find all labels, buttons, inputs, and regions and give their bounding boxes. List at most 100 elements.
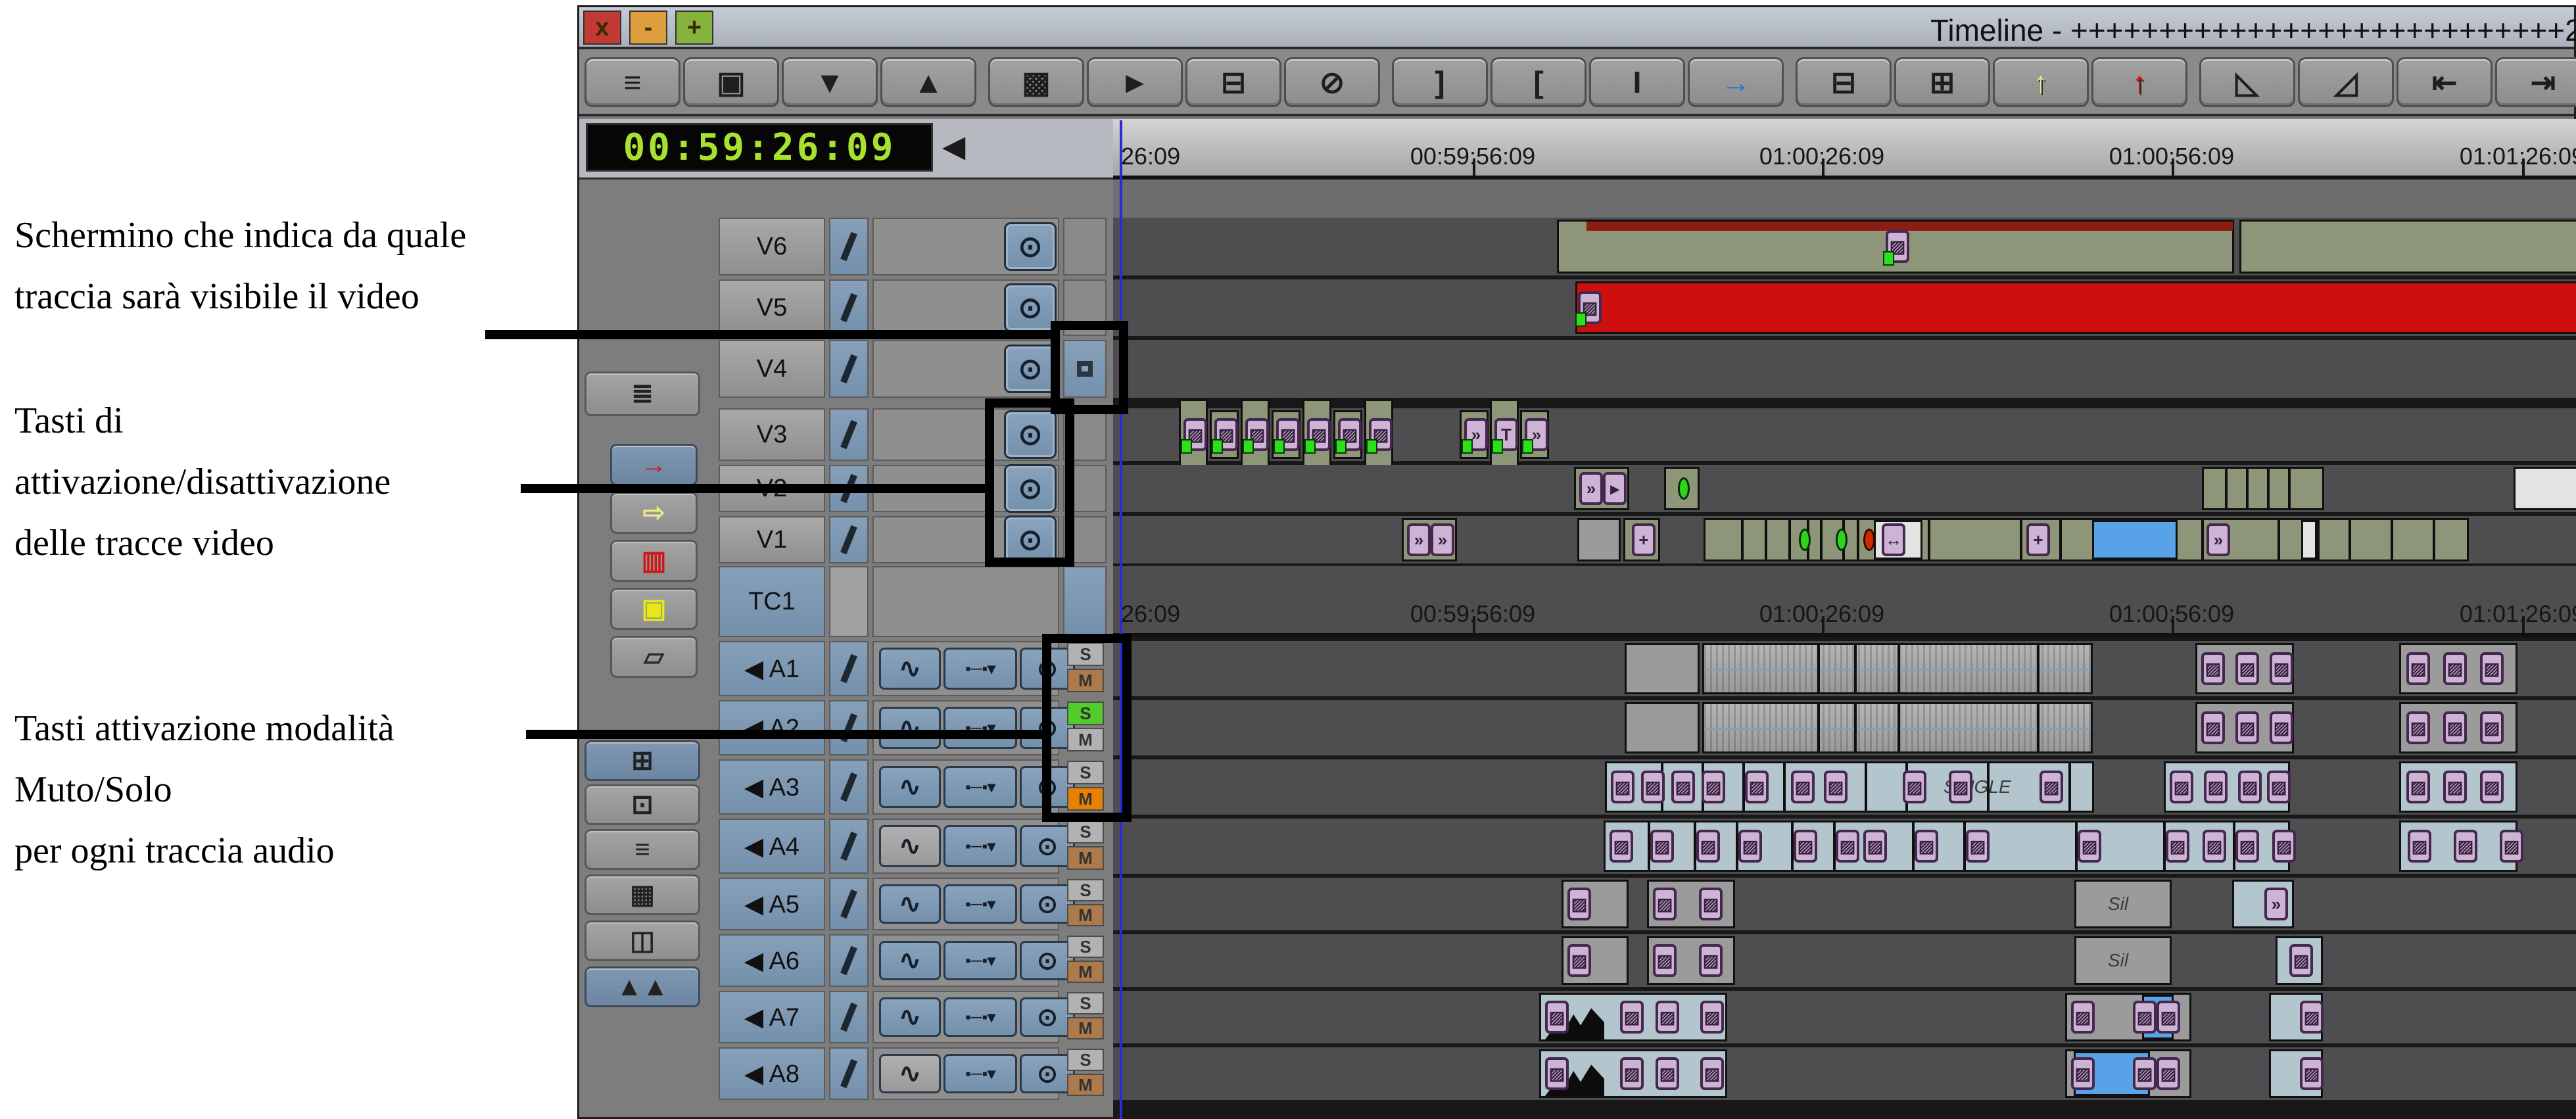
- effect-icon[interactable]: ▨: [1949, 771, 1972, 803]
- track-name-A7[interactable]: ◀ A7: [719, 991, 825, 1043]
- effect-icon[interactable]: ▸: [1603, 472, 1627, 505]
- mark-in-button[interactable]: [: [1491, 57, 1586, 107]
- track-lane-V3[interactable]: ▨▨▨▨▨▨▨»T»: [1113, 408, 2576, 461]
- effect-icon[interactable]: ▨: [2078, 830, 2101, 863]
- lift-button[interactable]: ↑: [1993, 57, 2089, 107]
- automation-gain-button-A2[interactable]: ▪─▪▾: [943, 707, 1017, 749]
- timeline-clip[interactable]: [2202, 467, 2324, 510]
- timeline-clip[interactable]: +: [1623, 518, 1660, 561]
- effect-icon[interactable]: ▨: [2133, 1001, 2157, 1034]
- automation-gain-button-A6[interactable]: ▪─▪▾: [943, 941, 1017, 980]
- timeline-clip[interactable]: ▨▨▨▨▨▨▨▨▨▨▨▨▨▨: [1604, 821, 2290, 872]
- effect-icon[interactable]: ▨: [1699, 944, 1723, 977]
- track-lane-V4[interactable]: [1113, 340, 2576, 398]
- effect-icon[interactable]: ▨: [1886, 230, 1909, 263]
- effect-icon[interactable]: ▨: [2300, 1001, 2324, 1034]
- dashed-box-button[interactable]: ▱: [610, 636, 698, 678]
- track-lane-A8[interactable]: ▨▨▨▨▨▨▨▨: [1113, 1047, 2576, 1100]
- effect-icon[interactable]: ▨: [1610, 830, 1633, 863]
- mark-out-button[interactable]: ]: [1392, 57, 1488, 107]
- effect-icon[interactable]: ▨: [1641, 771, 1665, 803]
- effect-icon[interactable]: ▨: [1794, 830, 1817, 863]
- effect-icon[interactable]: ▨: [1702, 771, 1725, 803]
- track-name-A4[interactable]: ◀ A4: [719, 819, 825, 874]
- effect-icon[interactable]: ▨: [1656, 1001, 1679, 1034]
- effect-icon[interactable]: ▨: [1650, 830, 1674, 863]
- effect-icon[interactable]: ▨: [1653, 888, 1677, 920]
- effect-icon[interactable]: ▨: [1699, 888, 1723, 920]
- effect-icon[interactable]: »: [1464, 418, 1488, 451]
- close-button[interactable]: x: [583, 11, 621, 45]
- effect-icon[interactable]: ▨: [1700, 1057, 1724, 1090]
- effect-icon[interactable]: T: [1494, 418, 1518, 451]
- timeline-clip[interactable]: ▨: [1562, 880, 1629, 928]
- splice-segment-button[interactable]: ⊟: [1185, 57, 1281, 107]
- effect-icon[interactable]: ▨: [2235, 711, 2259, 744]
- effect-icon[interactable]: ▨: [2157, 1057, 2180, 1090]
- track-lane-V2[interactable]: »▸: [1113, 465, 2576, 512]
- timeline-clip[interactable]: ↔+»: [1704, 518, 2469, 561]
- focus-button[interactable]: ▣: [683, 57, 779, 107]
- effect-icon[interactable]: ▨: [1545, 1001, 1569, 1034]
- effect-icon[interactable]: ▨: [2267, 771, 2291, 803]
- automation-gain-button-A4[interactable]: ▪─▪▾: [943, 825, 1017, 867]
- waveform-button-A6[interactable]: ∿: [879, 941, 941, 980]
- effect-icon[interactable]: ▨: [1656, 1057, 1679, 1090]
- effect-icon[interactable]: ▨: [1245, 418, 1269, 451]
- timeline-clip[interactable]: ▨: [1333, 410, 1362, 459]
- effect-icon[interactable]: ▨: [2203, 830, 2226, 863]
- trim-b-side-button[interactable]: ⇥: [2495, 57, 2576, 107]
- effect-icon[interactable]: ▨: [1611, 771, 1634, 803]
- timeline-clip[interactable]: SINGLE▨▨▨▨▨▨▨▨▨▨: [1605, 761, 2094, 813]
- track-sliders-button[interactable]: ≡: [584, 829, 700, 870]
- title-bar[interactable]: x-+ Timeline - +++++++++++++++++++++++++…: [579, 7, 2574, 49]
- trim-right-button[interactable]: ◿: [2298, 57, 2394, 107]
- timeline-clip[interactable]: ▨▨▨: [2065, 993, 2191, 1041]
- track-name-V3[interactable]: V3: [719, 408, 825, 461]
- effect-icon[interactable]: ▨: [1183, 418, 1207, 451]
- track-name-TC1[interactable]: TC1: [719, 566, 825, 637]
- trim-a-side-button[interactable]: ⇤: [2397, 57, 2493, 107]
- timeline-clip[interactable]: ▨▨▨: [2195, 643, 2294, 694]
- track-name-A5[interactable]: ◀ A5: [719, 878, 825, 930]
- effect-icon[interactable]: ▨: [1836, 830, 1859, 863]
- effect-icon[interactable]: ▨: [2166, 830, 2189, 863]
- track-name-A1[interactable]: ◀ A1: [719, 641, 825, 696]
- effect-icon[interactable]: ▨: [2289, 944, 2313, 977]
- timeline-clip[interactable]: [1625, 643, 1700, 694]
- keyframe-marker[interactable]: [1799, 529, 1811, 551]
- effect-icon[interactable]: ▨: [1966, 830, 1990, 863]
- timeline-clip[interactable]: [2239, 220, 2576, 274]
- segment-extract-splice-button[interactable]: ⇨: [610, 492, 698, 534]
- timeline-fast-menu-button[interactable]: ≣: [584, 371, 700, 416]
- effect-icon[interactable]: ▨: [2238, 771, 2262, 803]
- keyframe-marker[interactable]: [1678, 477, 1690, 500]
- effect-icon[interactable]: ▨: [2406, 771, 2430, 803]
- solo-button-A8[interactable]: S: [1067, 1049, 1104, 1071]
- track-control-button[interactable]: ≡: [584, 57, 680, 107]
- filmstrip-button[interactable]: ◫: [584, 920, 700, 961]
- track-lane-A5[interactable]: ▨▨▨Sil»: [1113, 878, 2576, 930]
- timeline-clip[interactable]: »: [1520, 410, 1549, 459]
- monitor-cell-V6[interactable]: [1063, 218, 1107, 275]
- timeline-clip[interactable]: ▨: [1272, 410, 1300, 459]
- effect-icon[interactable]: ▨: [1791, 771, 1815, 803]
- effect-icon[interactable]: ▨: [2201, 711, 2225, 744]
- effect-icon[interactable]: ▨: [2443, 771, 2467, 803]
- effect-icon[interactable]: ▨: [1620, 1057, 1644, 1090]
- effect-icon[interactable]: »: [2264, 888, 2288, 920]
- effect-icon[interactable]: ▨: [2071, 1057, 2095, 1090]
- waveform-button-A1[interactable]: ∿: [879, 648, 941, 690]
- clip-segment-white[interactable]: [2301, 520, 2317, 560]
- waveform-button-A8[interactable]: ∿: [879, 1054, 941, 1093]
- segment-splice-button[interactable]: ⊞: [1894, 57, 1990, 107]
- mute-button-A7[interactable]: M: [1067, 1017, 1104, 1039]
- track-name-V5[interactable]: V5: [719, 279, 825, 336]
- effect-icon[interactable]: ▨: [2235, 830, 2259, 863]
- timeline-clip[interactable]: ▨▨▨: [2195, 702, 2294, 753]
- effect-icon[interactable]: ▨: [2204, 771, 2228, 803]
- track-patch-cell-A3[interactable]: [829, 759, 869, 815]
- timeline-clip[interactable]: ▨: [2269, 993, 2323, 1041]
- mute-button-A4[interactable]: M: [1067, 846, 1104, 870]
- track-lane-A3[interactable]: SINGLE▨▨▨▨▨▨▨▨▨▨▨▨▨▨▨▨▨: [1113, 759, 2576, 815]
